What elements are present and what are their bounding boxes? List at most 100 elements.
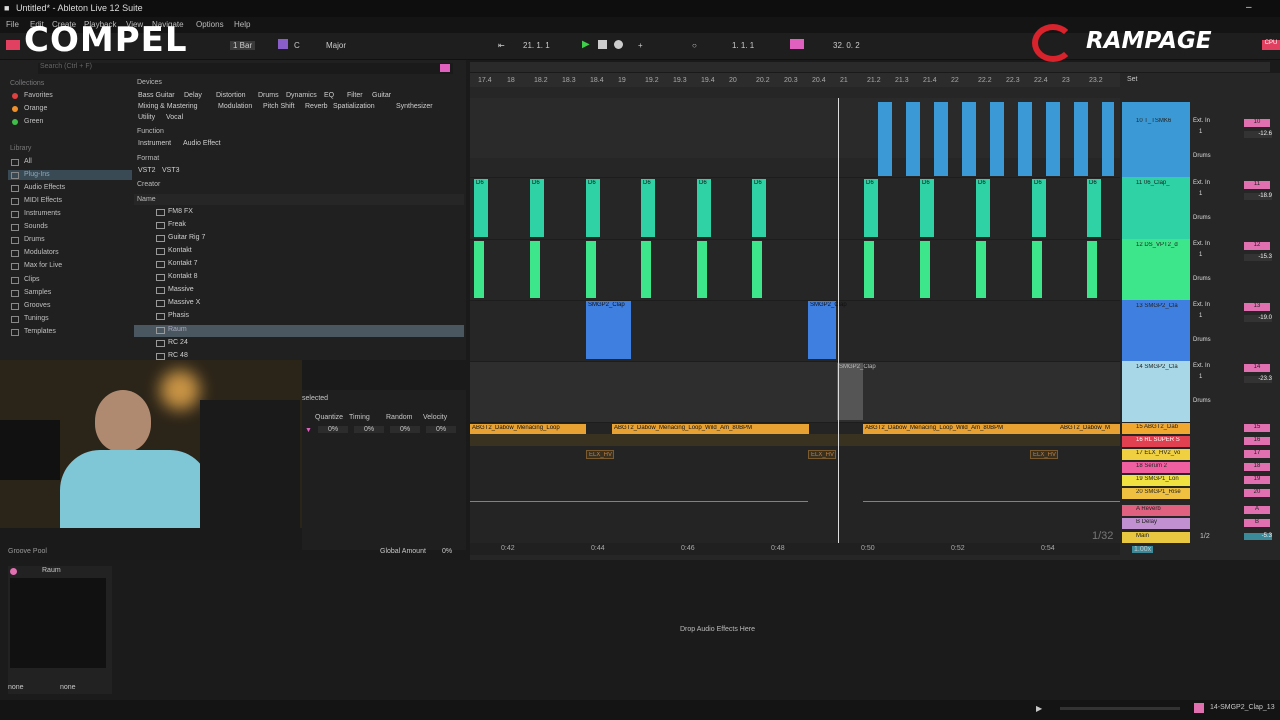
browser-item-rc24[interactable]: RC 24: [168, 339, 188, 346]
browser-filter-icon[interactable]: [440, 64, 450, 72]
main-output-channel[interactable]: 1/2: [1200, 533, 1210, 540]
clip[interactable]: [641, 241, 651, 298]
return-header[interactable]: B Delay: [1122, 518, 1190, 529]
track-header[interactable]: 15 ABGT2_Dab: [1122, 423, 1190, 434]
track-header[interactable]: 16 RL SUPER S: [1122, 436, 1190, 447]
clip[interactable]: [1074, 102, 1088, 176]
track-volume[interactable]: -15.3: [1244, 254, 1272, 261]
browser-item-kontakt7[interactable]: Kontakt 7: [168, 260, 198, 267]
overview-bar[interactable]: [470, 62, 1270, 72]
clip[interactable]: [530, 241, 540, 298]
stop-icon[interactable]: [598, 40, 607, 49]
audio-clip[interactable]: ELX_HV: [1030, 450, 1058, 459]
minimize-icon[interactable]: –: [1246, 2, 1252, 13]
collection-favorites[interactable]: Favorites: [24, 92, 53, 99]
filter-pitch-shift[interactable]: Pitch Shift: [263, 103, 295, 110]
key-select[interactable]: C: [294, 41, 300, 50]
device-title[interactable]: Raum: [42, 567, 61, 574]
library-templates[interactable]: Templates: [24, 328, 56, 335]
filter-utility[interactable]: Utility: [138, 114, 155, 121]
clip[interactable]: [586, 241, 596, 298]
filter-drums[interactable]: Drums: [258, 92, 279, 99]
input-channel[interactable]: 1: [1199, 252, 1202, 258]
clip[interactable]: [920, 241, 930, 298]
clip[interactable]: [1102, 102, 1114, 176]
clip[interactable]: [934, 102, 948, 176]
filter-modulation[interactable]: Modulation: [218, 103, 252, 110]
library-samples[interactable]: Samples: [24, 289, 51, 296]
audio-clip[interactable]: ABGT2_Dabow_Menacing_Loop: [470, 424, 586, 434]
menu-help[interactable]: Help: [234, 20, 250, 29]
input-channel[interactable]: 1: [1199, 191, 1202, 197]
library-clips[interactable]: Clips: [24, 276, 40, 283]
filter-mixing[interactable]: Mixing & Mastering: [138, 103, 198, 110]
track-header[interactable]: 18 Serum 2: [1122, 462, 1190, 473]
library-grooves[interactable]: Grooves: [24, 302, 50, 309]
clip[interactable]: D6: [530, 179, 544, 237]
time-ruler[interactable]: 0:42 0:44 0:46 0:48 0:50 0:52 0:54: [470, 543, 1120, 555]
quantize-select[interactable]: 1 Bar: [230, 41, 256, 50]
browser-item-massive[interactable]: Massive: [168, 286, 194, 293]
track-header[interactable]: 19 SMGP1_Lon: [1122, 475, 1190, 486]
library-audio-effects[interactable]: Audio Effects: [24, 184, 65, 191]
clip[interactable]: [962, 102, 976, 176]
output-select[interactable]: Drums: [1193, 398, 1211, 404]
clip[interactable]: [752, 241, 762, 298]
clip[interactable]: D6: [697, 179, 711, 237]
browser-item-kontakt[interactable]: Kontakt: [168, 247, 192, 254]
input-type[interactable]: Ext. In: [1193, 302, 1210, 308]
filter-bass-guitar[interactable]: Bass Guitar: [138, 92, 175, 99]
input-type[interactable]: Ext. In: [1193, 118, 1210, 124]
device-chain-select-a[interactable]: none: [8, 684, 24, 691]
function-heading[interactable]: Function: [137, 128, 164, 135]
clip[interactable]: D6: [752, 179, 766, 237]
track-number[interactable]: 17: [1244, 450, 1270, 458]
output-select[interactable]: Drums: [1193, 153, 1211, 159]
input-type[interactable]: Ext. In: [1193, 363, 1210, 369]
filter-synthesizer[interactable]: Synthesizer: [396, 103, 433, 110]
drop-effects-hint[interactable]: Drop Audio Effects Here: [680, 626, 755, 633]
grid-zoom[interactable]: 1/32: [1092, 530, 1113, 542]
input-channel[interactable]: 1: [1199, 129, 1202, 135]
filter-guitar[interactable]: Guitar: [372, 92, 391, 99]
play-small-icon[interactable]: ▶: [1036, 704, 1042, 713]
clip[interactable]: [864, 241, 874, 298]
output-select[interactable]: Drums: [1193, 215, 1211, 221]
main-volume[interactable]: -5.3: [1244, 533, 1272, 540]
loop-length-display[interactable]: 32. 0. 2: [833, 41, 860, 50]
playhead[interactable]: [838, 98, 839, 544]
library-all[interactable]: All: [24, 158, 32, 165]
clip[interactable]: SMGP2_Clap: [808, 301, 847, 359]
library-drums[interactable]: Drums: [24, 236, 45, 243]
master-gain[interactable]: 1.00x: [1132, 546, 1154, 553]
device-chain-select-b[interactable]: none: [60, 684, 76, 691]
browser-item-freak[interactable]: Freak: [168, 221, 186, 228]
clip[interactable]: [976, 241, 986, 298]
audio-clip[interactable]: ELX_HV: [808, 450, 836, 459]
groove-velocity-value[interactable]: 0%: [426, 426, 456, 433]
record-icon[interactable]: [614, 40, 623, 49]
filter-vst2[interactable]: VST2: [138, 167, 156, 174]
track-header[interactable]: 20 SMGP1_Rise: [1122, 488, 1190, 499]
filter-dynamics[interactable]: Dynamics: [286, 92, 317, 99]
track-lane[interactable]: [470, 239, 1120, 301]
clip[interactable]: [1018, 102, 1032, 176]
global-amount-value[interactable]: 0%: [442, 548, 452, 555]
device-power-icon[interactable]: [10, 568, 17, 575]
track-number[interactable]: 20: [1244, 489, 1270, 497]
track-number[interactable]: 12: [1244, 242, 1270, 250]
track-number[interactable]: 16: [1244, 437, 1270, 445]
clip[interactable]: [1087, 241, 1097, 298]
metronome-icon[interactable]: ○: [692, 41, 697, 50]
track-lane[interactable]: [470, 177, 1120, 240]
track-header[interactable]: 11 06_Clap_: [1122, 177, 1190, 239]
track-lane[interactable]: [470, 300, 1120, 362]
collection-orange[interactable]: Orange: [24, 105, 47, 112]
clip[interactable]: [1032, 241, 1042, 298]
filter-reverb[interactable]: Reverb: [305, 103, 328, 110]
filter-vocal[interactable]: Vocal: [166, 114, 183, 121]
follow-icon[interactable]: ⇤: [498, 41, 505, 50]
clip[interactable]: [697, 241, 707, 298]
output-select[interactable]: Drums: [1193, 337, 1211, 343]
filter-eq[interactable]: EQ: [324, 92, 334, 99]
